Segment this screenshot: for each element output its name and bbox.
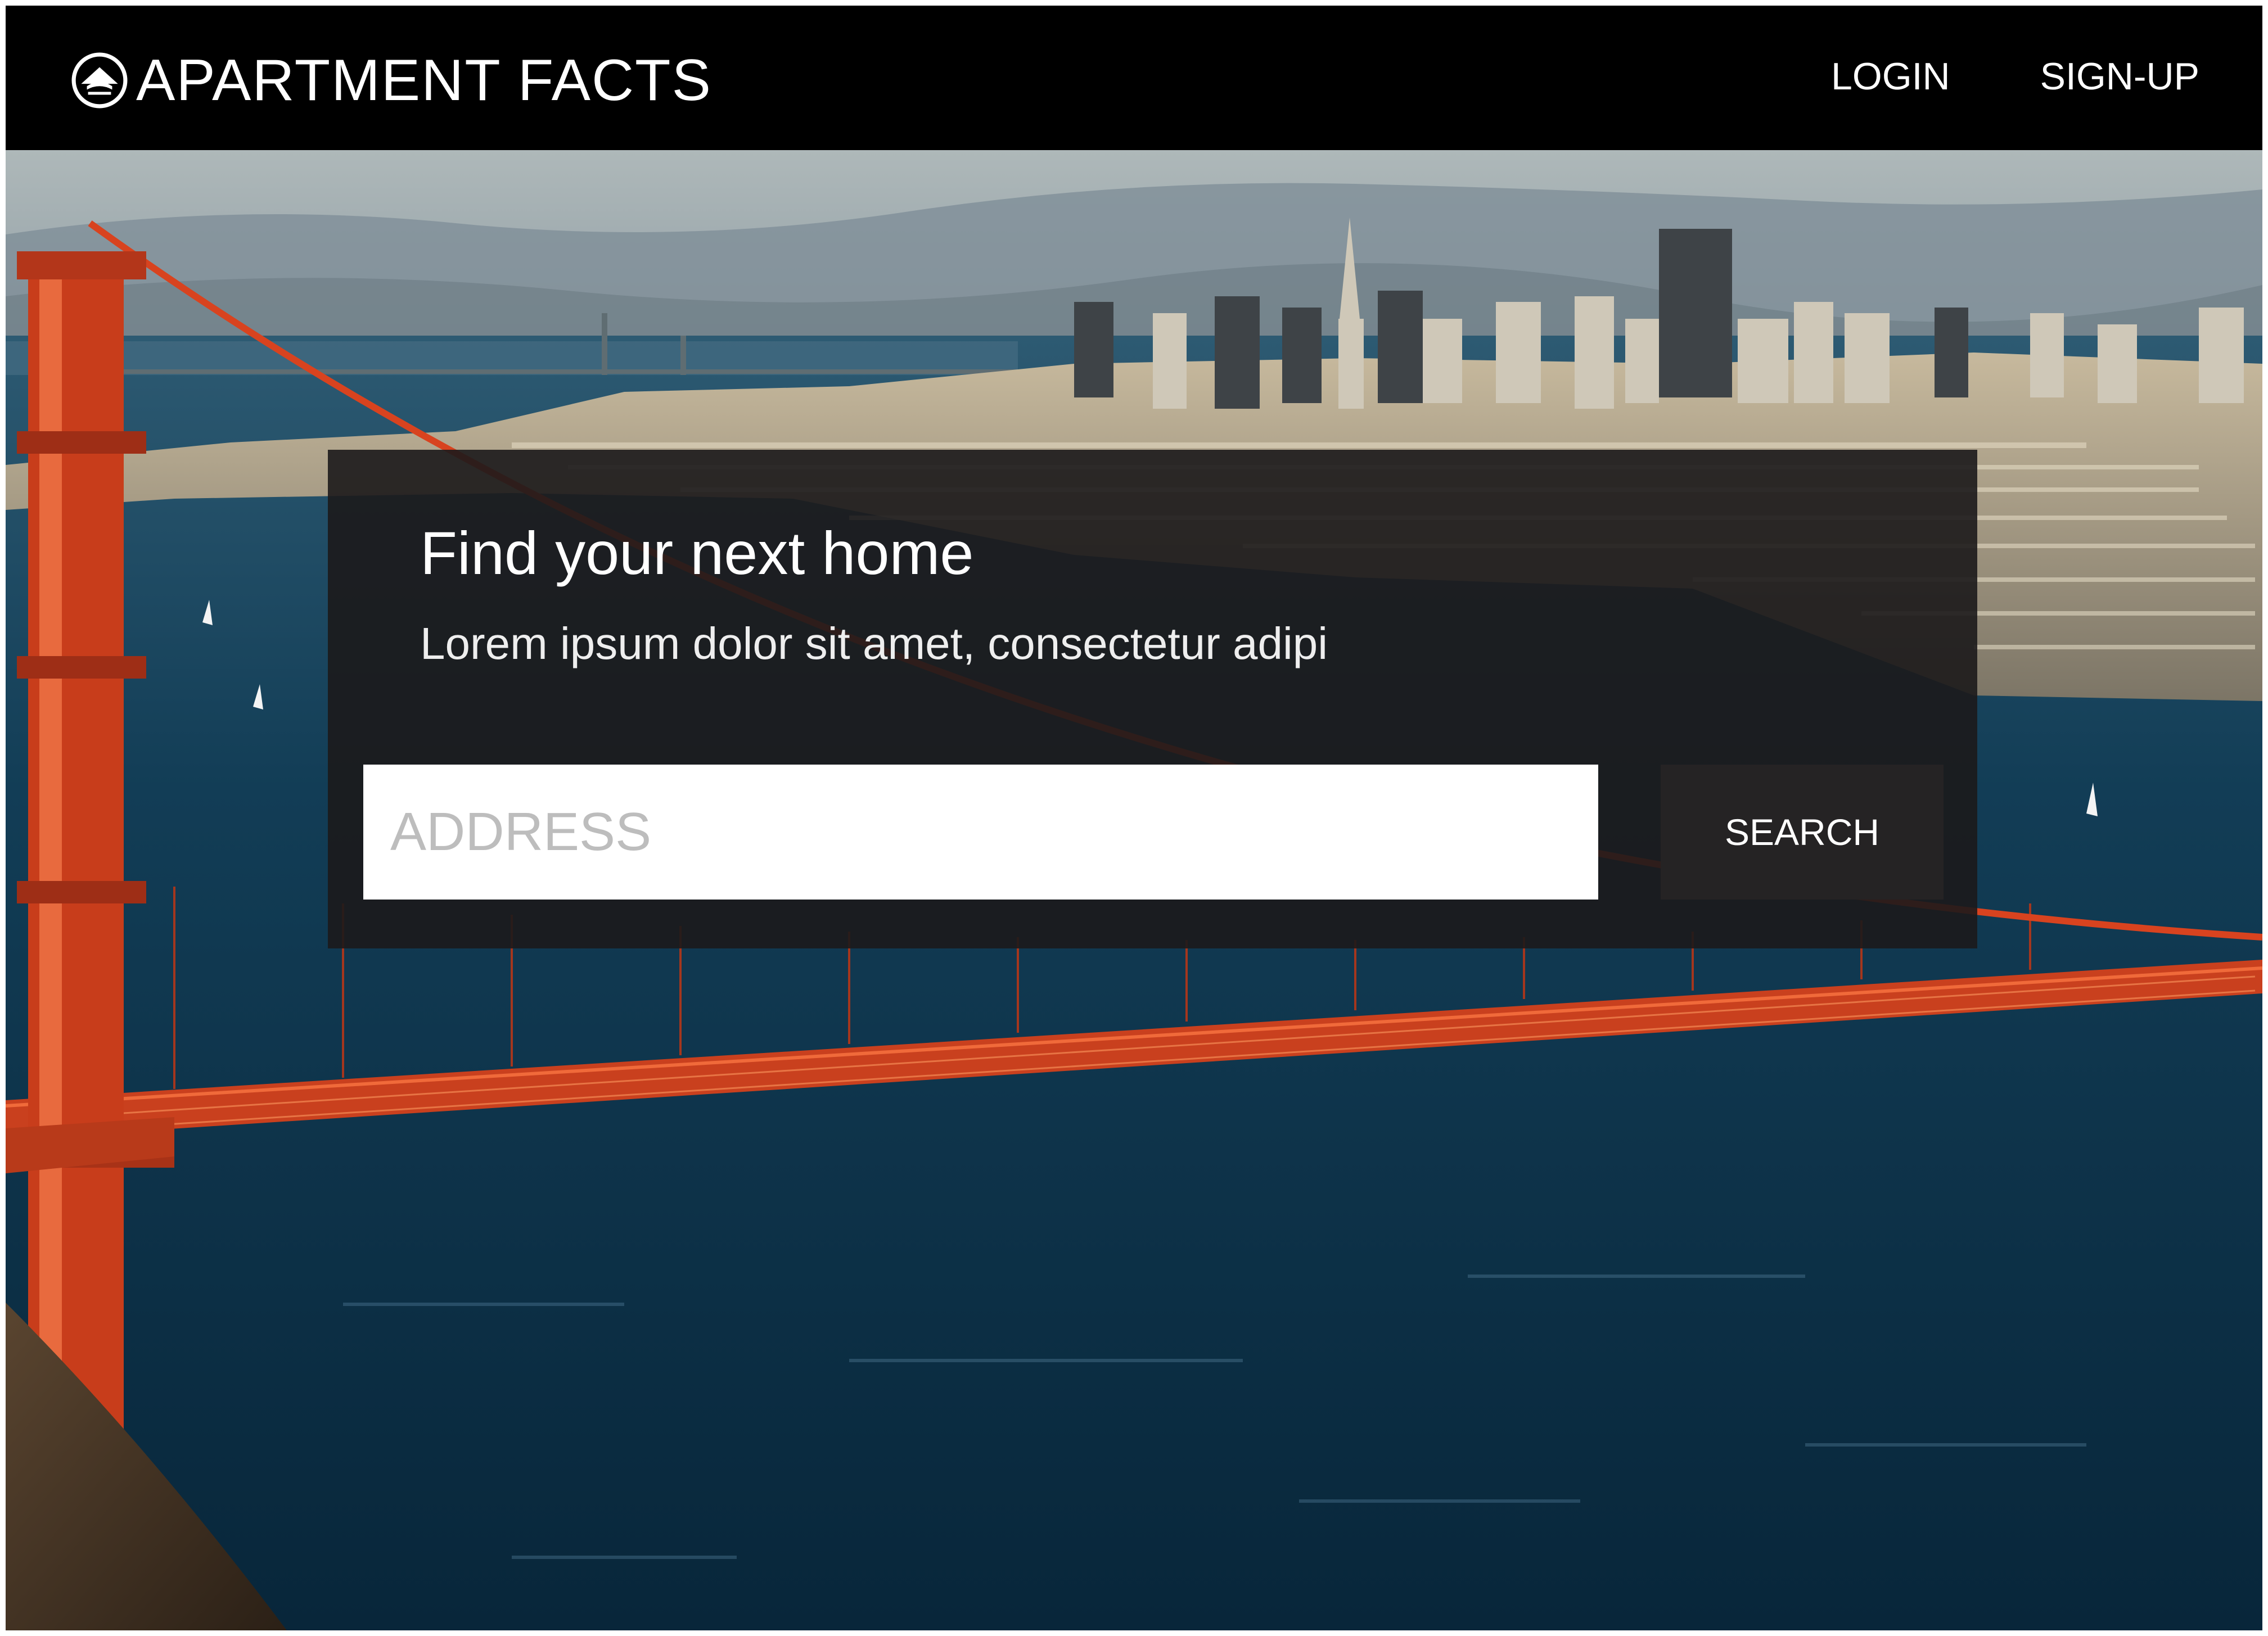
panel-title: Find your next home <box>420 519 974 587</box>
login-link[interactable]: LOGIN <box>1831 57 1950 96</box>
address-input[interactable] <box>363 765 1598 900</box>
header-nav: LOGIN SIGN-UP <box>1831 57 2199 96</box>
house-circle-icon <box>71 52 128 109</box>
search-panel: Find your next home Lorem ipsum dolor si… <box>328 450 1977 948</box>
search-button[interactable]: SEARCH <box>1661 765 1944 900</box>
panel-subtitle: Lorem ipsum dolor sit amet, consectetur … <box>420 618 1328 668</box>
brand-logo[interactable]: APARTMENT FACTS <box>71 49 712 111</box>
page-frame: APARTMENT FACTS LOGIN SIGN-UP Find your … <box>6 6 2262 1630</box>
brand-name: APARTMENT FACTS <box>136 48 712 113</box>
top-navigation-bar: APARTMENT FACTS LOGIN SIGN-UP <box>6 6 2262 150</box>
signup-link[interactable]: SIGN-UP <box>2040 57 2199 96</box>
